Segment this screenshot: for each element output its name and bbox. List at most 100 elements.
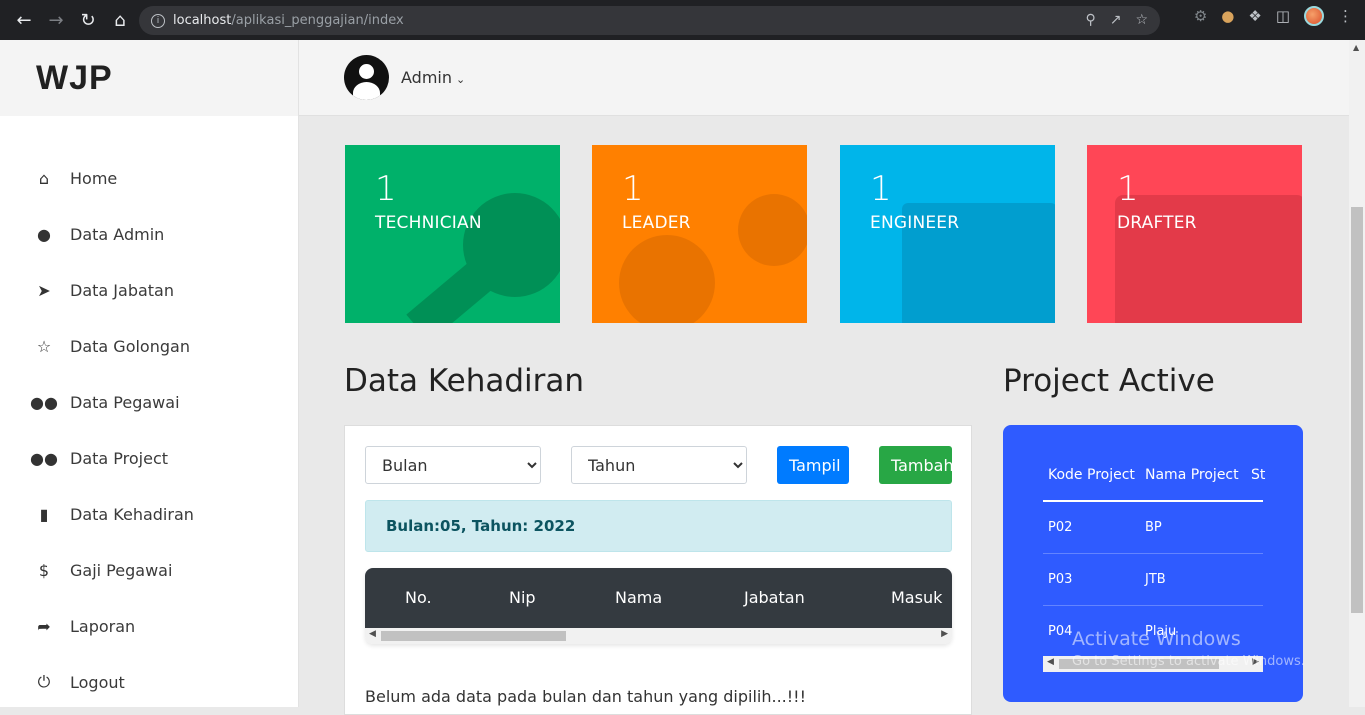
browser-toolbar: ← → ↻ ⌂ i localhost/aplikasi_penggajian/… xyxy=(0,0,1365,40)
url-host: localhost xyxy=(173,13,232,28)
sidebar-item-laporan[interactable]: ➦ Laporan xyxy=(0,598,298,654)
main-content: 1 TECHNICIAN 1 LEADER 1 ENGINEER 1 DRAFT… xyxy=(299,116,1349,715)
stat-card-technician: 1 TECHNICIAN xyxy=(345,145,560,323)
sidebar-item-data-project[interactable]: ●● Data Project xyxy=(0,430,298,486)
sidebar-item-data-jabatan[interactable]: ➤ Data Jabatan xyxy=(0,262,298,318)
column-header: Nip xyxy=(509,588,536,607)
sidebar-item-label: Data Admin xyxy=(70,224,165,244)
project-code: P04 xyxy=(1048,624,1073,639)
user-avatar-icon[interactable] xyxy=(344,55,389,100)
star-icon: ☆ xyxy=(36,336,52,356)
windows-activation-watermark: Activate Windows Go to Settings to activ… xyxy=(1072,628,1305,669)
column-header: Masuk xyxy=(891,588,943,607)
menu-kebab-icon[interactable]: ⋮ xyxy=(1338,7,1353,25)
page-vertical-scrollbar[interactable]: ▲ xyxy=(1349,40,1365,707)
profile-avatar[interactable] xyxy=(1304,6,1324,26)
column-header: Jabatan xyxy=(744,588,805,607)
bookmark-star-icon[interactable]: ☆ xyxy=(1135,12,1148,28)
scroll-left-icon[interactable]: ◀ xyxy=(369,629,376,639)
user-menu-toggle[interactable]: Admin ⌄ xyxy=(401,68,465,87)
column-header: St xyxy=(1251,467,1266,483)
scroll-left-icon[interactable]: ◀ xyxy=(1047,657,1054,667)
sidebar-menu: ⌂ Home ● Data Admin ➤ Data Jabatan ☆ Data Go… xyxy=(0,150,298,710)
sidebar-item-logout[interactable]: ⏻ Logout xyxy=(0,654,298,710)
rocket-icon: ➤ xyxy=(37,280,51,300)
brand-logo[interactable]: WJP xyxy=(0,40,298,116)
chevron-down-icon: ⌄ xyxy=(456,73,466,86)
sidebar-item-label: Gaji Pegawai xyxy=(70,560,173,580)
cookie-icon[interactable]: ● xyxy=(1221,7,1234,25)
users-icon: ●● xyxy=(30,392,58,412)
puzzle-icon[interactable]: ❖ xyxy=(1248,7,1261,25)
scrollbar-thumb[interactable] xyxy=(1351,207,1363,613)
stat-label: DRAFTER xyxy=(1117,213,1197,233)
sidebar-item-data-admin[interactable]: ● Data Admin xyxy=(0,206,298,262)
key-icon[interactable]: ⚲ xyxy=(1085,12,1095,28)
stat-label: TECHNICIAN xyxy=(375,213,482,233)
sidepanel-icon[interactable]: ◫ xyxy=(1276,7,1290,25)
column-header: Nama xyxy=(615,588,663,607)
extension-gear-icon[interactable]: ⚙ xyxy=(1194,7,1207,25)
table-header: No. Nip Nama Jabatan Masuk xyxy=(365,568,952,628)
home-icon: ⌂ xyxy=(38,168,50,188)
project-name: BP xyxy=(1145,520,1162,535)
sidebar-item-label: Data Project xyxy=(70,448,169,468)
sidebar-item-gaji-pegawai[interactable]: $ Gaji Pegawai xyxy=(0,542,298,598)
watermark-title: Activate Windows xyxy=(1072,628,1241,650)
users-icon: ●● xyxy=(30,448,58,468)
sidebar: WJP ⌂ Home ● Data Admin ➤ Data Jabatan ☆ Dat… xyxy=(0,40,299,707)
tambah-button[interactable]: Tambah xyxy=(879,446,952,484)
empty-message: Belum ada data pada bulan dan tahun yang… xyxy=(365,687,806,706)
share-icon[interactable]: ↗ xyxy=(1110,12,1122,28)
home-button-icon[interactable]: ⌂ xyxy=(104,4,136,36)
back-icon[interactable]: ← xyxy=(8,4,40,36)
sidebar-item-data-kehadiran[interactable]: ▮ Data Kehadiran xyxy=(0,486,298,542)
stat-count: 1 xyxy=(870,169,892,209)
dollar-icon: $ xyxy=(38,560,50,580)
bulan-select[interactable]: Bulan xyxy=(365,446,541,484)
scrollbar-thumb[interactable] xyxy=(381,631,566,641)
tampil-button[interactable]: Tampil xyxy=(777,446,849,484)
site-info-icon[interactable]: i xyxy=(151,13,165,28)
address-bar[interactable]: i localhost/aplikasi_penggajian/index ⚲ … xyxy=(139,6,1160,35)
project-title: Project Active xyxy=(1003,363,1215,399)
user-name: Admin xyxy=(401,68,452,87)
stat-card-drafter: 1 DRAFTER xyxy=(1087,145,1302,323)
scroll-right-icon[interactable]: ▶ xyxy=(941,629,948,639)
bar-chart-icon: ▮ xyxy=(39,504,49,524)
stat-count: 1 xyxy=(1117,169,1139,209)
sidebar-item-data-pegawai[interactable]: ●● Data Pegawai xyxy=(0,374,298,430)
stat-label: LEADER xyxy=(622,213,691,233)
topbar: Admin ⌄ xyxy=(299,40,1349,116)
sidebar-item-label: Home xyxy=(70,168,118,188)
table-row: P03 JTB xyxy=(1043,554,1263,606)
stat-card-leader: 1 LEADER xyxy=(592,145,807,323)
kehadiran-table: No. Nip Nama Jabatan Masuk ◀ ▶ xyxy=(365,568,952,644)
project-code: P02 xyxy=(1048,520,1073,535)
stat-count: 1 xyxy=(622,169,644,209)
column-header: Nama Project xyxy=(1145,467,1239,483)
forward-icon[interactable]: → xyxy=(40,4,72,36)
scroll-up-icon[interactable]: ▲ xyxy=(1353,43,1359,52)
stat-count: 1 xyxy=(375,169,397,209)
sidebar-item-label: Data Kehadiran xyxy=(70,504,194,524)
stat-card-engineer: 1 ENGINEER xyxy=(840,145,1055,323)
stat-label: ENGINEER xyxy=(870,213,960,233)
filter-alert: Bulan:05, Tahun: 2022 xyxy=(365,500,952,552)
sidebar-item-label: Data Pegawai xyxy=(70,392,180,412)
sidebar-item-data-golongan[interactable]: ☆ Data Golongan xyxy=(0,318,298,374)
table-horizontal-scrollbar[interactable]: ◀ ▶ xyxy=(365,628,952,644)
project-name: JTB xyxy=(1145,572,1166,587)
sidebar-item-home[interactable]: ⌂ Home xyxy=(0,150,298,206)
url-path: /aplikasi_penggajian/index xyxy=(231,13,404,28)
sidebar-item-label: Logout xyxy=(70,672,125,692)
tahun-select[interactable]: Tahun xyxy=(571,446,747,484)
project-table-header: Kode Project Nama Project St xyxy=(1043,465,1266,502)
share-arrow-icon: ➦ xyxy=(37,616,51,636)
user-icon: ● xyxy=(37,224,51,244)
sidebar-item-label: Data Golongan xyxy=(70,336,190,356)
sidebar-item-label: Laporan xyxy=(70,616,136,636)
kehadiran-title: Data Kehadiran xyxy=(344,363,585,399)
column-header: Kode Project xyxy=(1048,467,1135,483)
reload-icon[interactable]: ↻ xyxy=(72,4,104,36)
